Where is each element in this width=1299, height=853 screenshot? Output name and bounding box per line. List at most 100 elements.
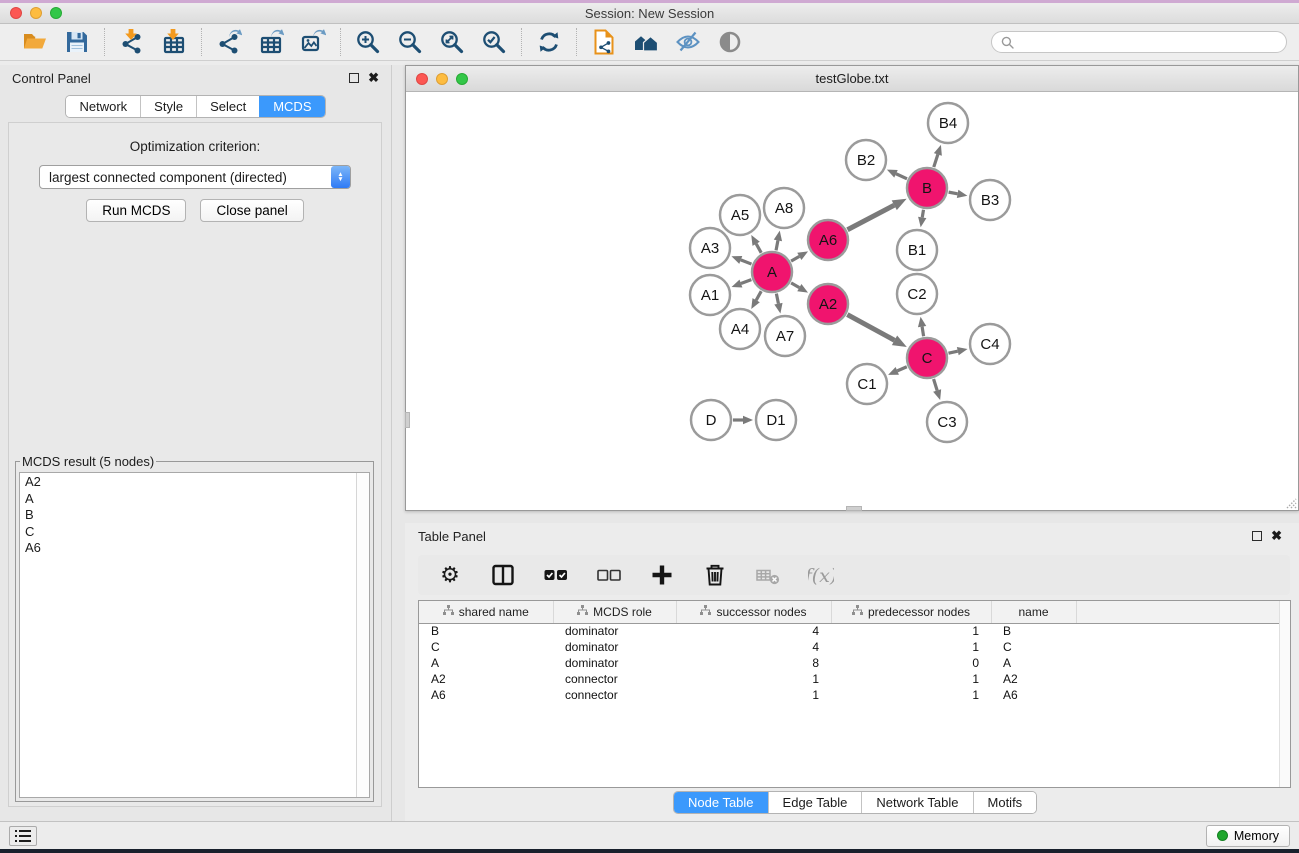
network-maximize-button[interactable]: [456, 73, 468, 85]
criterion-dropdown[interactable]: largest connected component (directed) ▲…: [39, 165, 351, 189]
network-close-button[interactable]: [416, 73, 428, 85]
close-window-button[interactable]: [10, 7, 22, 19]
table-cell[interactable]: 4: [676, 639, 831, 655]
table-cell[interactable]: B: [991, 623, 1076, 639]
graph-edge-A-A1[interactable]: [741, 280, 751, 284]
table-row[interactable]: Bdominator41B: [419, 623, 1290, 639]
export-image-icon[interactable]: [299, 28, 327, 56]
table-cell[interactable]: connector: [553, 687, 676, 703]
table-cell[interactable]: B: [419, 623, 553, 639]
mcds-result-item[interactable]: A2: [25, 474, 364, 491]
zoom-in-icon[interactable]: [354, 28, 382, 56]
close-panel-icon[interactable]: ✖: [368, 73, 379, 83]
graph-edge-A-A4[interactable]: [756, 291, 761, 300]
table-settings-gear-icon[interactable]: ⚙: [437, 562, 463, 588]
import-network-icon[interactable]: [118, 28, 146, 56]
graph-edge-C-C4[interactable]: [948, 351, 957, 353]
table-cell[interactable]: 1: [831, 687, 991, 703]
show-graphics-details-icon[interactable]: [716, 28, 744, 56]
graph-edge-B-B2[interactable]: [896, 174, 907, 179]
graph-edge-B-B3[interactable]: [949, 192, 958, 194]
resize-grip-icon[interactable]: [1283, 495, 1297, 509]
close-panel-button[interactable]: Close panel: [200, 199, 303, 222]
graph-edge-A-A6[interactable]: [791, 256, 799, 261]
save-session-icon[interactable]: [63, 28, 91, 56]
graph-edge-A6-B[interactable]: [847, 205, 894, 230]
table-cell[interactable]: 0: [831, 655, 991, 671]
table-cell[interactable]: 1: [831, 623, 991, 639]
run-mcds-button[interactable]: Run MCDS: [86, 199, 186, 222]
table-row[interactable]: Cdominator41C: [419, 639, 1290, 655]
list-scrollbar[interactable]: [356, 473, 369, 797]
hide-graphics-details-icon[interactable]: [674, 28, 702, 56]
splitter-grip-horizontal[interactable]: [846, 506, 862, 511]
memory-button[interactable]: Memory: [1206, 825, 1290, 847]
attribute-table[interactable]: shared nameMCDS rolesuccessor nodesprede…: [419, 601, 1290, 703]
table-row[interactable]: A6connector11A6: [419, 687, 1290, 703]
open-network-file-icon[interactable]: [590, 28, 618, 56]
table-cell[interactable]: 4: [676, 623, 831, 639]
graph-edge-A-A3[interactable]: [741, 260, 752, 264]
table-cell[interactable]: 8: [676, 655, 831, 671]
table-cell[interactable]: 1: [676, 671, 831, 687]
mcds-result-item[interactable]: A: [25, 491, 364, 508]
table-cell[interactable]: 1: [676, 687, 831, 703]
maximize-window-button[interactable]: [50, 7, 62, 19]
table-cell[interactable]: A2: [991, 671, 1076, 687]
float-panel-icon[interactable]: [349, 73, 359, 83]
tab-mcds[interactable]: MCDS: [259, 96, 324, 117]
graph-edge-A2-C[interactable]: [847, 315, 894, 341]
column-header-name[interactable]: name: [991, 601, 1076, 623]
column-header-successor-nodes[interactable]: successor nodes: [676, 601, 831, 623]
table-cell[interactable]: A: [419, 655, 553, 671]
table-cell[interactable]: dominator: [553, 655, 676, 671]
export-table-icon[interactable]: [257, 28, 285, 56]
graph-edge-B-B4[interactable]: [934, 154, 938, 167]
column-header-predecessor-nodes[interactable]: predecessor nodes: [831, 601, 991, 623]
refresh-layout-icon[interactable]: [535, 28, 563, 56]
home-icon[interactable]: [632, 28, 660, 56]
table-scrollbar[interactable]: [1279, 601, 1290, 787]
table-cell[interactable]: C: [991, 639, 1076, 655]
splitter-grip-vertical[interactable]: [405, 412, 410, 428]
select-all-columns-icon[interactable]: [543, 562, 569, 588]
tab-style[interactable]: Style: [140, 96, 196, 117]
graph-edge-A-A8[interactable]: [776, 240, 778, 250]
close-table-panel-icon[interactable]: ✖: [1271, 531, 1282, 541]
graph-edge-A-A5[interactable]: [756, 244, 761, 253]
tab-network-table[interactable]: Network Table: [861, 792, 972, 813]
minimize-window-button[interactable]: [30, 7, 42, 19]
graph-edge-B-B1[interactable]: [922, 210, 923, 218]
table-cell[interactable]: A6: [991, 687, 1076, 703]
zoom-selected-icon[interactable]: [480, 28, 508, 56]
table-cell[interactable]: C: [419, 639, 553, 655]
search-field[interactable]: [991, 31, 1287, 53]
graph-edge-C-C3[interactable]: [934, 379, 938, 391]
export-network-icon[interactable]: [215, 28, 243, 56]
tab-motifs[interactable]: Motifs: [973, 792, 1037, 813]
tab-select[interactable]: Select: [196, 96, 259, 117]
graph-edge-C-C2[interactable]: [922, 327, 924, 337]
table-cell[interactable]: 1: [831, 671, 991, 687]
column-header-MCDS-role[interactable]: MCDS role: [553, 601, 676, 623]
search-input[interactable]: [1019, 35, 1277, 49]
mcds-result-item[interactable]: B: [25, 507, 364, 524]
mcds-result-item[interactable]: C: [25, 524, 364, 541]
tab-edge-table[interactable]: Edge Table: [768, 792, 862, 813]
delete-column-icon[interactable]: [702, 562, 728, 588]
table-row[interactable]: A2connector11A2: [419, 671, 1290, 687]
tab-network[interactable]: Network: [66, 96, 140, 117]
graph-edge-A-A7[interactable]: [776, 294, 778, 304]
open-file-icon[interactable]: [21, 28, 49, 56]
table-cell[interactable]: connector: [553, 671, 676, 687]
add-column-icon[interactable]: [649, 562, 675, 588]
network-minimize-button[interactable]: [436, 73, 448, 85]
table-cell[interactable]: A: [991, 655, 1076, 671]
float-table-panel-icon[interactable]: [1252, 531, 1262, 541]
graph-edge-C-C1[interactable]: [897, 367, 907, 371]
table-cell[interactable]: A2: [419, 671, 553, 687]
network-canvas[interactable]: B4B2BB3A8A5A6A3B1AC2A1A2A4A7C4CC1DD1C3: [406, 92, 1298, 510]
task-history-button[interactable]: [9, 826, 37, 846]
table-cell[interactable]: dominator: [553, 623, 676, 639]
deselect-all-columns-icon[interactable]: [596, 562, 622, 588]
